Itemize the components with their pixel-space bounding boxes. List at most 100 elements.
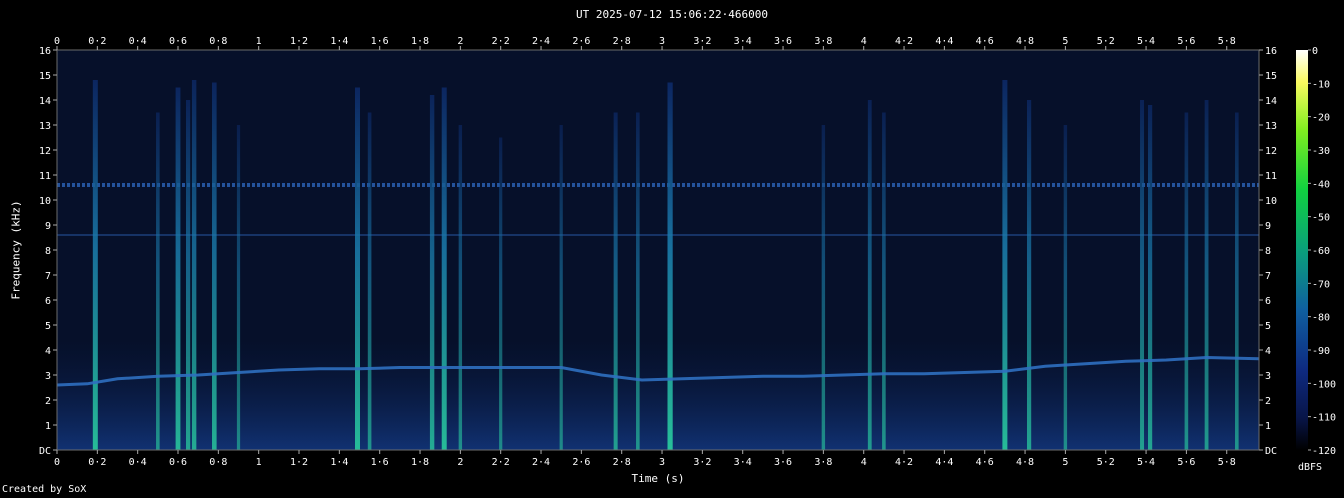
y-tick-label-left: 12 [39, 146, 51, 157]
x-tick-label-bottom: 0·6 [169, 457, 187, 468]
colorbar-tick-label: -100 [1312, 379, 1336, 390]
x-tick-label-bottom: 0·2 [88, 457, 106, 468]
transient-mark [367, 112, 372, 450]
y-tick-label-left: 5 [45, 321, 51, 332]
x-tick-label-top: 2·6 [572, 36, 590, 47]
y-tick-label-left: 8 [45, 246, 51, 257]
x-tick-label-top: 5·8 [1218, 36, 1236, 47]
transient-mark [1026, 100, 1032, 450]
colorbar-tick-label: -40 [1312, 179, 1330, 190]
y-tick-label-left: 3 [45, 371, 51, 382]
x-tick-label-bottom: 2 [457, 457, 463, 468]
x-tick-label-top: 3·4 [734, 36, 752, 47]
colorbar-tick-label: -80 [1312, 313, 1330, 324]
y-tick-label-right: 2 [1265, 396, 1271, 407]
y-tick-label-left: 14 [39, 96, 51, 107]
transient-mark [559, 125, 563, 450]
y-axis-label: Frequency (kHz) [9, 200, 23, 300]
x-tick-label-top: 5·6 [1177, 36, 1195, 47]
x-tick-label-top: 1 [256, 36, 262, 47]
x-tick-label-top: 1·2 [290, 36, 308, 47]
x-tick-label-top: 3·8 [814, 36, 832, 47]
x-tick-label-top: 2·4 [532, 36, 550, 47]
x-tick-label-bottom: 1·8 [411, 457, 429, 468]
transient-mark [1184, 112, 1189, 450]
x-tick-label-bottom: 2·8 [613, 457, 631, 468]
y-tick-label-left: 15 [39, 71, 51, 82]
x-tick-label-top: 4·6 [976, 36, 994, 47]
x-tick-label-top: 3·6 [774, 36, 792, 47]
y-tick-label-left: 10 [39, 196, 51, 207]
x-tick-label-bottom: 0·4 [129, 457, 147, 468]
y-tick-label-left: 16 [39, 46, 51, 57]
x-tick-label-top: 0·8 [209, 36, 227, 47]
transient-mark [1235, 112, 1239, 450]
transient-mark [882, 112, 886, 450]
transient-mark [1063, 125, 1068, 450]
transient-mark [175, 87, 181, 450]
colorbar-tick-label: -10 [1312, 79, 1330, 90]
transient-mark [458, 125, 463, 450]
x-tick-label-top: 0·6 [169, 36, 187, 47]
colorbar [1296, 50, 1308, 450]
colorbar-tick-label: -60 [1312, 246, 1330, 257]
x-tick-label-bottom: 1·6 [371, 457, 389, 468]
x-tick-label-bottom: 0·8 [209, 457, 227, 468]
y-tick-label-right: 5 [1265, 321, 1271, 332]
y-tick-label-right: 14 [1265, 96, 1277, 107]
y-tick-label-right: 9 [1265, 221, 1271, 232]
x-tick-label-bottom: 4·6 [976, 457, 994, 468]
x-tick-label-top: 4·8 [1016, 36, 1034, 47]
transient-mark [1204, 100, 1209, 450]
x-tick-label-top: 4·2 [895, 36, 913, 47]
x-tick-label-top: 1·4 [330, 36, 348, 47]
x-tick-label-bottom: 3 [659, 457, 665, 468]
y-tick-label-right: 4 [1265, 346, 1271, 357]
x-tick-label-bottom: 0 [54, 457, 60, 468]
x-tick-label-bottom: 1·2 [290, 457, 308, 468]
transient-mark [1147, 105, 1153, 450]
x-tick-label-top: 4·4 [935, 36, 953, 47]
y-tick-label-left: 4 [45, 346, 51, 357]
transient-mark [441, 87, 447, 450]
colorbar-tick-label: -110 [1312, 413, 1336, 424]
y-tick-label-right: DC [1265, 446, 1277, 457]
x-tick-label-top: 0 [54, 36, 60, 47]
y-tick-label-left: 2 [45, 396, 51, 407]
colorbar-label: dBFS [1298, 462, 1323, 473]
colorbar-tick-label: -50 [1312, 213, 1330, 224]
x-tick-label-top: 2·8 [613, 36, 631, 47]
x-tick-label-top: 2 [457, 36, 463, 47]
x-tick-label-bottom: 1 [256, 457, 262, 468]
y-tick-label-right: 1 [1265, 421, 1271, 432]
colorbar-tick-label: -30 [1312, 146, 1330, 157]
x-axis-label: Time (s) [631, 472, 685, 485]
x-tick-label-bottom: 3·4 [734, 457, 752, 468]
transient-mark [429, 95, 435, 450]
transient-mark [212, 82, 217, 450]
transient-mark [867, 100, 872, 450]
transient-mark [636, 112, 640, 450]
colorbar-tick-label: 0 [1312, 46, 1318, 57]
x-tick-label-bottom: 5·8 [1218, 457, 1236, 468]
x-tick-label-bottom: 3·8 [814, 457, 832, 468]
x-tick-label-bottom: 3·2 [693, 457, 711, 468]
y-tick-label-right: 16 [1265, 46, 1277, 57]
y-tick-label-right: 13 [1265, 121, 1277, 132]
y-tick-label-right: 15 [1265, 71, 1277, 82]
x-tick-label-top: 5·2 [1097, 36, 1115, 47]
x-tick-label-bottom: 2·6 [572, 457, 590, 468]
x-tick-label-top: 2·2 [492, 36, 510, 47]
transient-mark [185, 100, 191, 450]
y-tick-label-right: 3 [1265, 371, 1271, 382]
x-tick-label-top: 5·4 [1137, 36, 1155, 47]
transient-mark [499, 137, 503, 450]
x-tick-label-bottom: 4·4 [935, 457, 953, 468]
transient-mark [191, 80, 197, 450]
x-tick-label-bottom: 5·2 [1097, 457, 1115, 468]
transient-mark [1140, 100, 1145, 450]
spectrogram-chart: 000·20·20·40·40·60·60·80·8111·21·21·41·4… [39, 36, 1336, 468]
y-tick-label-left: 1 [45, 421, 51, 432]
y-tick-label-left: 7 [45, 271, 51, 282]
y-tick-label-right: 10 [1265, 196, 1277, 207]
